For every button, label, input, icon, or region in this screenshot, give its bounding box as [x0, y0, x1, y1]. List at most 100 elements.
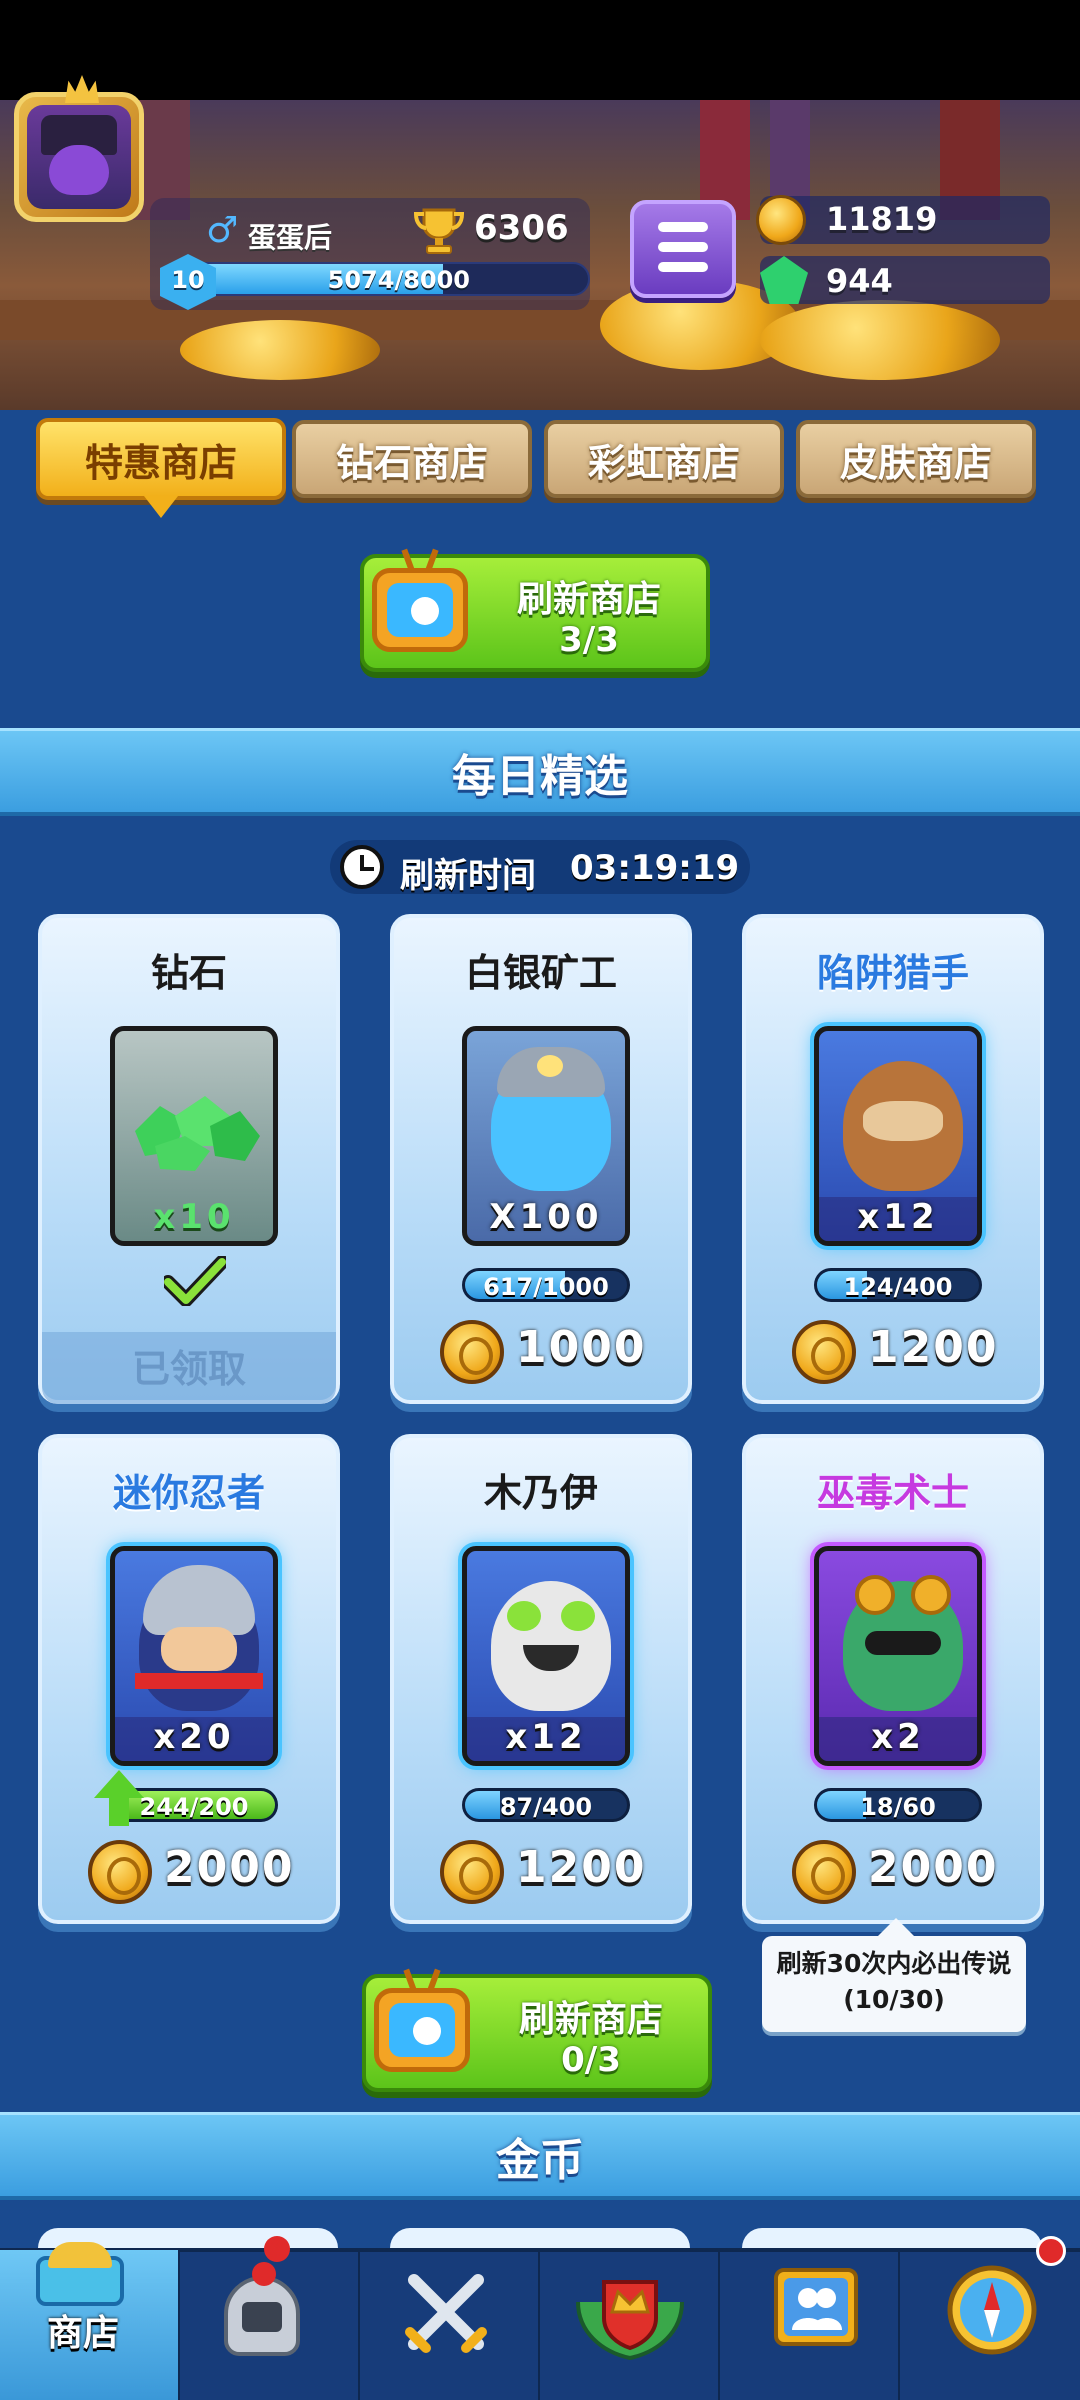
- button-eye: [911, 1575, 951, 1615]
- player-avatar[interactable]: [14, 75, 144, 222]
- item-quantity: X100: [489, 1197, 603, 1237]
- xp-text: 5074/8000: [327, 266, 470, 294]
- card-price: 1000: [516, 1322, 647, 1373]
- gem-amount: 944: [826, 262, 893, 300]
- check-icon: [164, 1256, 226, 1306]
- coin-icon: [756, 195, 806, 245]
- silver-miner-image: X100: [462, 1026, 630, 1246]
- mummy-image: x12: [462, 1546, 630, 1766]
- play-icon: [413, 2017, 441, 2045]
- item-quantity: x10: [153, 1197, 235, 1237]
- card-progress-bar: 18/60: [814, 1788, 982, 1822]
- refresh-shop-label: 刷新商店: [516, 579, 661, 620]
- nav-shop-label: 商店: [46, 2313, 119, 2354]
- tab-special-shop[interactable]: 特惠商店: [36, 418, 286, 500]
- tv-screen: [387, 583, 453, 637]
- tv-antenna: [427, 1968, 441, 1992]
- refresh-shop-label: 刷新商店: [518, 1999, 663, 2040]
- card-progress-bar: 87/400: [462, 1788, 630, 1822]
- tab-skin-shop[interactable]: 皮肤商店: [796, 420, 1036, 498]
- coin-pile-decoration: [180, 320, 380, 380]
- coin-icon: [440, 1840, 504, 1904]
- trophy-icon: [413, 208, 465, 254]
- gender-icon: ♂: [206, 210, 239, 251]
- avatar-face: [49, 145, 109, 195]
- active-tab-pointer: [144, 496, 178, 518]
- mini-ninja-image: x20: [110, 1546, 278, 1766]
- gem-pile-icon: [135, 1096, 260, 1171]
- tv-antenna: [403, 1968, 417, 1992]
- progress-text: 87/400: [499, 1793, 593, 1821]
- legendary-guarantee-tooltip: 刷新30次内必出传说 (10/30): [762, 1918, 1026, 2032]
- card-title: 白银矿工: [464, 951, 617, 995]
- shop-card-mummy[interactable]: 木乃伊 x12 87/400 1200: [390, 1434, 692, 1924]
- voodoo-warlock-image: x2: [814, 1546, 982, 1766]
- card-progress-bar: 124/400: [814, 1268, 982, 1302]
- mummy-eye: [507, 1601, 541, 1631]
- progress-text: 617/1000: [483, 1273, 609, 1301]
- card-price: 2000: [868, 1842, 999, 1893]
- friends-board-icon: [774, 2268, 858, 2346]
- menu-icon-line: [658, 242, 708, 252]
- progress-text: 18/60: [860, 1793, 936, 1821]
- player-name: 蛋蛋后: [248, 221, 333, 254]
- clock-hand: [360, 867, 374, 871]
- coin-pile-decoration: [760, 300, 1000, 380]
- trophy-count: 6306: [474, 208, 569, 248]
- crossed-swords-icon: [405, 2274, 487, 2353]
- play-icon: [411, 597, 439, 625]
- refresh-shop-count: 3/3: [559, 620, 619, 660]
- card-price: 2000: [164, 1842, 295, 1893]
- card-price: 1200: [516, 1842, 647, 1893]
- diamond-item-image: x10: [110, 1026, 278, 1246]
- refresh-shop-button-bottom[interactable]: 刷新商店 0/3: [362, 1968, 712, 2092]
- refresh-time-value: 03:19:19: [570, 848, 740, 888]
- status-bar: [0, 0, 1080, 100]
- daily-picks-header: 每日精选: [0, 728, 1080, 816]
- card-title: 巫毒术士: [816, 1471, 969, 1515]
- coin-icon: [792, 1840, 856, 1904]
- coin-icon: [792, 1320, 856, 1384]
- character-muzzle: [863, 1101, 943, 1141]
- coin-amount: 11819: [826, 200, 938, 238]
- tv-ad-icon: [374, 1968, 470, 2072]
- coin-icon: [88, 1840, 152, 1904]
- tv-antenna: [425, 548, 439, 572]
- compass-icon: [947, 2265, 1037, 2355]
- item-quantity: x2: [871, 1717, 925, 1757]
- tab-diamond-shop[interactable]: 钻石商店: [292, 420, 532, 498]
- trap-hunter-image: x12: [814, 1026, 982, 1246]
- card-title: 钻石: [150, 951, 227, 995]
- helmet-lamp: [537, 1055, 563, 1077]
- menu-button[interactable]: [630, 200, 736, 298]
- claimed-status: 已领取: [131, 1347, 246, 1391]
- coins-section-header: 金币: [0, 2112, 1080, 2200]
- notification-dot: [1036, 2236, 1066, 2266]
- refresh-timer: 刷新时间 03:19:19: [330, 840, 750, 896]
- mummy-eye: [561, 1601, 595, 1631]
- helmet-plume-dot: [264, 2236, 290, 2262]
- menu-icon-line: [658, 222, 708, 232]
- refresh-shop-count: 0/3: [561, 2040, 621, 2080]
- shop-card-voodoo-warlock[interactable]: 巫毒术士 x2 18/60 2000: [742, 1434, 1044, 1924]
- ninja-helmet: [143, 1565, 255, 1635]
- progress-text: 124/400: [843, 1273, 953, 1301]
- tv-antenna: [401, 548, 415, 572]
- card-title: 木乃伊: [483, 1471, 598, 1515]
- shop-card-diamond[interactable]: 钻石 x10 已领取: [38, 914, 340, 1404]
- shop-card-mini-ninja[interactable]: 迷你忍者 x20 244/200 2000: [38, 1434, 340, 1924]
- coin-icon: [440, 1320, 504, 1384]
- shop-card-trap-hunter[interactable]: 陷阱猎手 x12 124/400 1200: [742, 914, 1044, 1404]
- tab-rainbow-shop[interactable]: 彩虹商店: [544, 420, 784, 498]
- card-price: 1200: [868, 1322, 999, 1373]
- level-number: 10: [171, 266, 205, 294]
- shop-card-silver-miner[interactable]: 白银矿工 X100 617/1000 1000: [390, 914, 692, 1404]
- tv-ad-icon: [372, 548, 468, 652]
- knight-helmet-icon: [216, 2262, 308, 2362]
- refresh-shop-button[interactable]: 刷新商店 3/3: [360, 548, 710, 672]
- card-progress-bar: 617/1000: [462, 1268, 630, 1302]
- item-quantity: x20: [153, 1717, 235, 1757]
- ninja-scarf: [135, 1673, 263, 1689]
- item-quantity: x12: [857, 1197, 939, 1237]
- refresh-time-label: 刷新时间: [400, 856, 536, 896]
